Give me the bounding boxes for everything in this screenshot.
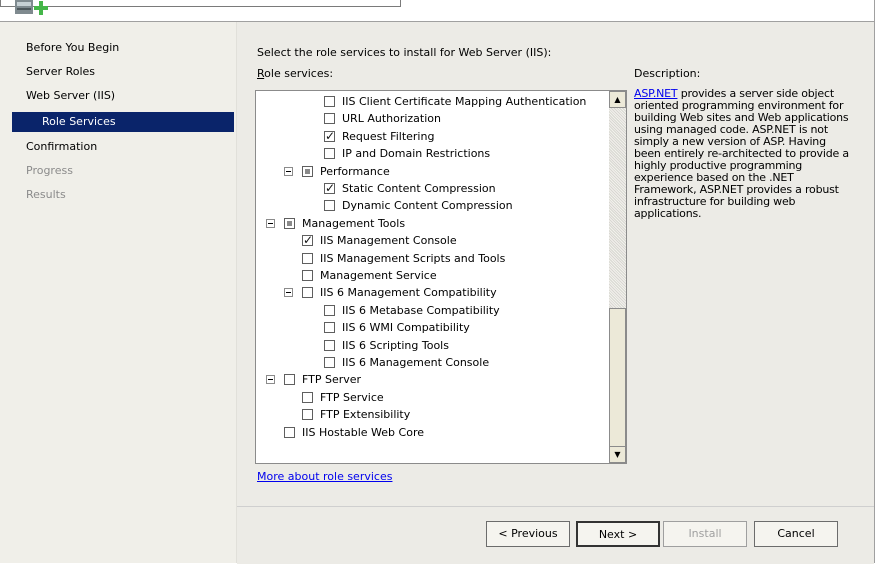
server-role-icon [15,0,48,15]
tree-item-checkbox[interactable] [302,287,313,299]
tree-item[interactable]: IIS Management Scripts and Tools [302,250,506,268]
collapse-icon[interactable] [284,288,293,298]
tree-item[interactable]: FTP Extensibility [302,406,411,424]
nav-item-web-server-iis[interactable]: Web Server (IIS) [26,86,115,106]
tree-item[interactable]: IIS 6 Management Console [324,354,490,372]
tree-item-label: Static Content Compression [342,182,496,195]
tree-item[interactable]: IIS Management Console [302,232,457,250]
description-label: Description: [634,67,701,80]
tree-item[interactable]: FTP Service [302,389,384,407]
tree-item-checkbox[interactable] [324,322,335,334]
tree-item-checkbox[interactable] [302,235,313,247]
tree-item-checkbox[interactable] [302,252,313,264]
tree-item-label: Management Service [320,269,437,282]
scroll-thumb[interactable] [609,308,626,448]
tree-item-checkbox[interactable] [302,391,313,403]
tree-item[interactable]: Dynamic Content Compression [324,197,513,215]
tree-item-label: Request Filtering [342,129,435,143]
cancel-button[interactable]: Cancel [754,521,838,547]
tree-item-checkbox[interactable] [324,357,335,368]
window-border [874,0,879,563]
tree-item-label: FTP Extensibility [320,408,411,422]
tree-item-label: Performance [320,164,390,178]
tree-item[interactable]: IIS 6 Metabase Compatibility [324,302,500,320]
tree-item[interactable]: IIS 6 WMI Compatibility [324,319,470,337]
tree-item[interactable]: IIS Hostable Web Core [284,424,424,442]
tree-item[interactable]: FTP Server [266,371,362,389]
tree-item-label: IIS Hostable Web Core [302,425,424,439]
tree-item-label: IIS 6 Management Compatibility [320,286,497,300]
collapse-icon[interactable] [266,218,275,228]
tree-item-checkbox[interactable] [324,304,335,316]
tree-item-checkbox[interactable] [324,200,335,212]
nav-item-results: Results [26,188,66,201]
tree-item-label: IIS Client Certificate Mapping Authentic… [342,95,587,108]
role-services-label: Role services: [257,67,334,80]
collapse-icon[interactable] [266,375,275,385]
tree-item-label: IIS Management Console [320,234,457,248]
tree-item[interactable]: Management Service [302,267,437,285]
tree-scrollbar[interactable]: ▲ ▼ [609,91,626,463]
install-button[interactable]: Install [663,521,747,547]
tree-item-checkbox[interactable] [284,374,295,386]
tree-item-checkbox[interactable] [324,148,335,160]
tree-item-checkbox[interactable] [302,165,313,177]
nav-item-progress: Progress [26,164,73,177]
tree-item-checkbox[interactable] [324,113,335,125]
tree-item[interactable]: Performance [284,163,390,181]
tree-item-checkbox[interactable] [324,130,335,142]
instruction-text: Select the role services to install for … [257,46,552,59]
tree-item-label: IIS 6 WMI Compatibility [342,321,470,335]
tree-item-label: Management Tools [302,216,406,230]
tree-item[interactable]: IIS 6 Management Compatibility [284,284,497,302]
window-header [0,0,879,21]
tree-item[interactable]: IP and Domain Restrictions [324,145,491,163]
tree-item-checkbox[interactable] [324,339,335,351]
tree-item-label: FTP Service [320,390,384,404]
previous-button[interactable]: < Previous [486,521,570,547]
next-button[interactable]: Next > [576,521,660,547]
tree-item-label: Dynamic Content Compression [342,199,513,213]
scroll-down-arrow-icon[interactable]: ▼ [609,446,626,463]
tree-item[interactable]: IIS Client Certificate Mapping Authentic… [324,93,587,111]
description-text: ASP.NET provides a server side object or… [634,87,849,220]
more-about-role-services-link[interactable]: More about role services [257,470,392,483]
role-services-tree[interactable]: IIS Client Certificate Mapping Authentic… [255,90,627,464]
tree-item-checkbox[interactable] [324,183,335,194]
collapse-icon[interactable] [284,166,293,176]
tree-item-label: IIS 6 Metabase Compatibility [342,303,500,317]
tree-item-label: IIS Management Scripts and Tools [320,251,506,265]
tree-item-checkbox[interactable] [302,270,313,281]
tree-item-checkbox[interactable] [284,217,295,229]
tree-item-label: URL Authorization [342,112,441,126]
nav-item-role-services[interactable]: Role Services [12,112,234,132]
nav-item-server-roles[interactable]: Server Roles [26,62,95,82]
tree-item-label: IIS 6 Management Console [342,356,490,369]
tree-item-label: IIS 6 Scripting Tools [342,338,449,352]
tree-item-label: IP and Domain Restrictions [342,147,491,161]
tree-item-checkbox[interactable] [284,426,295,438]
tree-item[interactable]: Request Filtering [324,128,435,146]
tree-item[interactable]: Static Content Compression [324,180,496,198]
tree-item-checkbox[interactable] [324,96,335,107]
tree-item-label: FTP Server [302,373,362,387]
tree-item[interactable]: URL Authorization [324,110,441,128]
nav-item-before-you-begin[interactable]: Before You Begin [26,38,119,58]
tree-item-checkbox[interactable] [302,409,313,421]
tree-item[interactable]: Management Tools [266,215,406,233]
scroll-up-arrow-icon[interactable]: ▲ [609,91,626,108]
tree-item[interactable]: IIS 6 Scripting Tools [324,337,449,355]
title-frame [0,0,401,7]
nav-item-confirmation[interactable]: Confirmation [26,137,97,157]
